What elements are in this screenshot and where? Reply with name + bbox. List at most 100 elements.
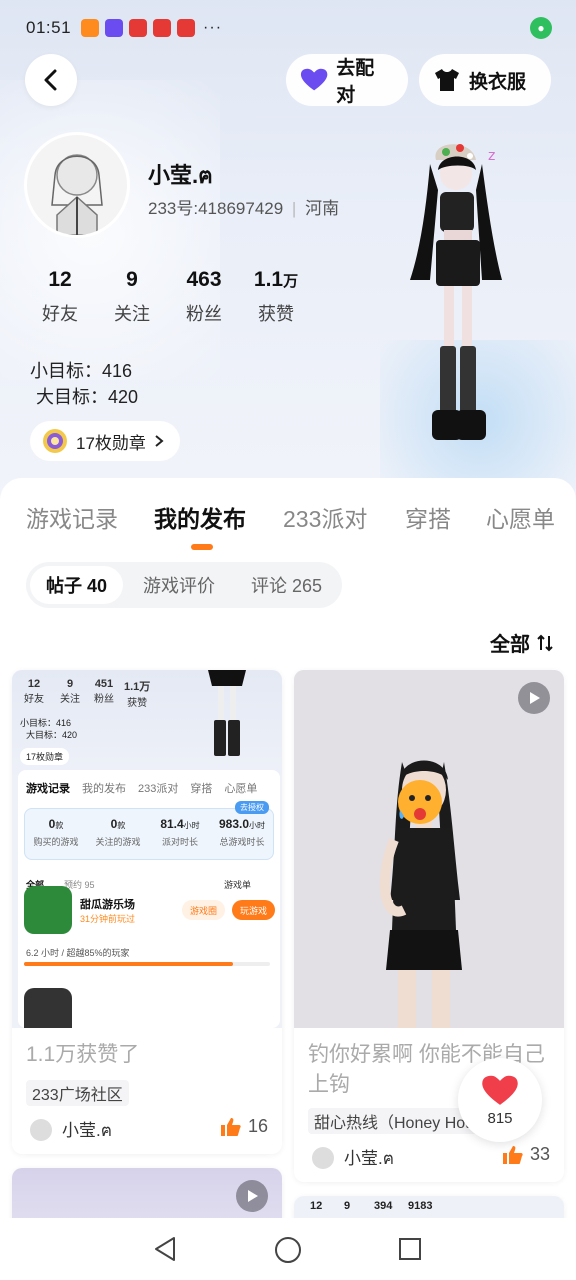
big-goal: 大目标：420: [36, 387, 139, 407]
mini-medal: 17枚勋章: [20, 748, 70, 765]
user-id: 233号:418697429: [148, 199, 284, 218]
tab-game-records[interactable]: 游戏记录: [26, 500, 118, 534]
like-count: 33: [529, 1144, 550, 1164]
subtab-comments[interactable]: 评论 265: [235, 566, 338, 604]
mini-cell: 0款 购买的游戏: [33, 817, 79, 847]
app-notification-icon: [105, 19, 124, 37]
stat-unit: 万: [283, 273, 299, 290]
svg-text:z: z: [488, 148, 495, 164]
app-notification-icon: [153, 19, 172, 37]
more-notifications-icon: ···: [203, 19, 223, 36]
like-count: 16: [247, 1116, 268, 1136]
mini-summary-box: 去授权 0款 购买的游戏 0款 关注的游戏 81.4小时 派对时长 983.0小时 总游…: [24, 801, 274, 860]
mic-icon: ●: [530, 17, 552, 39]
post-like-button[interactable]: 33: [502, 1144, 550, 1165]
mini-cell: 983.0小时 总游戏时长: [218, 817, 266, 847]
mini-cell: 81.4小时 派对时长: [160, 817, 200, 847]
tab-my-posts[interactable]: 我的发布: [154, 500, 246, 534]
mini-panel: 游戏记录 我的发布 233派对 穿搭 心愿单 去授权 0款 购买的游戏 0款 关注的…: [18, 770, 280, 1028]
pair-label: 去配对: [336, 58, 375, 106]
profile-tabs: 游戏记录 我的发布 233派对 穿搭 心愿单: [0, 500, 576, 540]
stat-label: 粉丝: [186, 304, 222, 324]
stat-label: 获赞: [258, 304, 294, 324]
mini-stat: 9183: [408, 1200, 433, 1212]
nav-home-icon[interactable]: [274, 1236, 302, 1264]
status-bar: 01:51 ···: [0, 0, 576, 56]
post-subtabs: 帖子 40 游戏评价 评论 265: [26, 562, 343, 608]
avatar-character[interactable]: z: [390, 130, 510, 450]
filter-label: 全部: [490, 634, 530, 656]
outfit-label: 换衣服: [469, 71, 527, 93]
mini-stat: 451 粉丝: [94, 678, 114, 705]
stat-following[interactable]: 9 关注: [96, 268, 168, 326]
mini-big-goal: 大目标：420: [26, 730, 78, 740]
profile-stats: 12 好友 9 关注 463 粉丝 1.1万 获赞: [24, 268, 312, 326]
nav-recents-icon[interactable]: [398, 1237, 422, 1261]
medal-label: 17枚勋章: [76, 433, 146, 453]
mini-progress-fill: [24, 962, 234, 966]
mini-play-stat: 6.2 小时 / 超越85%的玩家: [26, 948, 130, 958]
heart-icon: [482, 1075, 518, 1105]
shirt-icon: [435, 69, 459, 91]
subtab-game-reviews[interactable]: 游戏评价: [127, 566, 231, 604]
mini-stat: 12 好友: [24, 678, 44, 705]
mini-game-list: 游戏单: [224, 880, 252, 890]
post-author[interactable]: 小莹.ฅ: [30, 1116, 112, 1144]
author-name: 小莹.ฅ: [62, 1121, 113, 1140]
active-tab-indicator: [191, 544, 213, 550]
sort-icon: [537, 634, 553, 651]
user-location: 河南: [305, 199, 340, 218]
hero-glow: [0, 80, 220, 380]
stat-value: 1.1: [253, 268, 284, 291]
floating-like-button[interactable]: 815: [458, 1058, 542, 1142]
post-photo: [294, 670, 564, 1028]
mini-chip-circle: 游戏圈: [182, 900, 226, 920]
tab-233-party[interactable]: 233派对: [283, 500, 367, 534]
stat-value: 12: [48, 268, 72, 291]
mini-tabs: 游戏记录 我的发布 233派对 穿搭 心愿单: [26, 783, 258, 795]
mini-game-title: 甜瓜游乐场: [80, 899, 135, 911]
stat-label: 好友: [42, 304, 78, 324]
heart-icon: [300, 68, 328, 91]
stat-friends[interactable]: 12 好友: [24, 268, 96, 326]
post-author[interactable]: 小莹.ฅ: [312, 1144, 394, 1172]
change-outfit-button[interactable]: 换衣服: [419, 54, 551, 106]
thumbs-up-icon: [220, 1117, 241, 1136]
thumbs-up-icon: [502, 1145, 523, 1164]
mini-progress-bar: [24, 962, 270, 966]
post-topic-tag[interactable]: 233广场社区: [26, 1080, 129, 1106]
mini-stat: 394: [374, 1200, 393, 1212]
system-nav-bar: [0, 1218, 576, 1280]
mini-stat: 1.1万 获赞: [124, 681, 151, 709]
mini-stat: 9: [344, 1200, 351, 1212]
mini-stat: 9 关注: [60, 678, 80, 705]
post-like-button[interactable]: 16: [220, 1116, 268, 1137]
play-icon[interactable]: [236, 1180, 268, 1212]
chevron-right-icon: [155, 435, 164, 447]
subtab-posts[interactable]: 帖子 40: [30, 566, 124, 604]
pair-button[interactable]: 去配对: [286, 54, 408, 106]
app-notification-icon: [81, 19, 100, 37]
sort-filter-button[interactable]: 全部: [490, 628, 554, 657]
stat-value: 9: [126, 268, 138, 291]
stat-label: 关注: [114, 304, 150, 324]
stat-fans[interactable]: 463 粉丝: [168, 268, 240, 326]
author-avatar: [312, 1147, 334, 1169]
post-screenshot: 12 好友 9 关注 451 粉丝 1.1万 获赞 小目标：416 大目标：420 17…: [12, 670, 282, 1028]
play-icon[interactable]: [518, 682, 550, 714]
avatar[interactable]: [24, 132, 130, 238]
nav-back-icon[interactable]: [152, 1236, 178, 1262]
back-button[interactable]: [25, 54, 77, 106]
post-card[interactable]: 12 好友 9 关注 451 粉丝 1.1万 获赞 小目标：416 大目标：420 17…: [12, 670, 282, 1154]
tab-outfits[interactable]: 穿搭: [405, 500, 451, 534]
medals-button[interactable]: 17枚勋章: [30, 421, 180, 461]
tab-wishlist[interactable]: 心愿单: [486, 500, 555, 534]
app-notification-icon: [177, 19, 196, 37]
user-name: 小莹.ฅ: [148, 163, 213, 188]
small-goal: 小目标：416: [30, 361, 133, 381]
mini-character: [208, 670, 246, 756]
stat-likes[interactable]: 1.1万 获赞: [240, 268, 312, 326]
mini-game-icon: [24, 988, 72, 1028]
status-time: 01:51: [26, 18, 72, 37]
mini-game-icon: [24, 886, 72, 934]
